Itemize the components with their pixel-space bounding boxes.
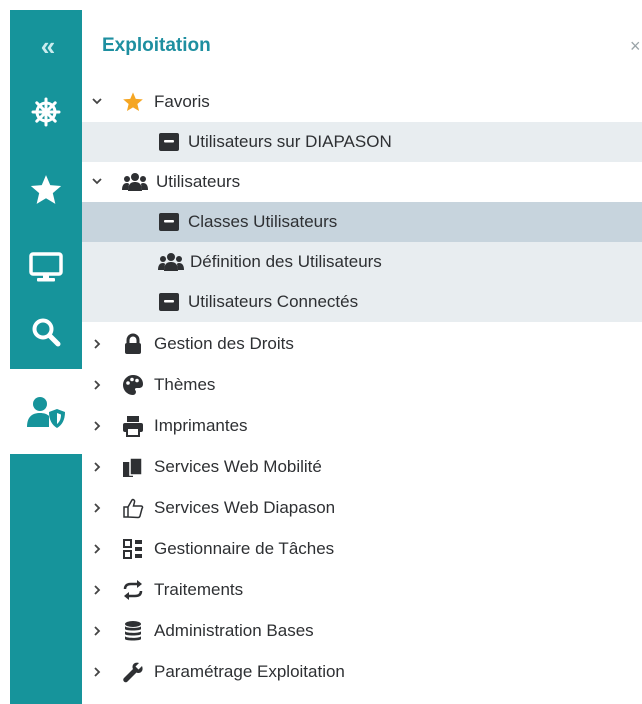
chevron-right-icon[interactable] bbox=[90, 583, 104, 597]
tree-item-label: Utilisateurs bbox=[156, 172, 241, 191]
tree-item-parametrage-exploitation[interactable]: Paramétrage Exploitation bbox=[82, 652, 642, 692]
hand-pointer-icon bbox=[122, 497, 144, 519]
rail-wheel-button[interactable] bbox=[10, 82, 82, 142]
tree-item-gestionnaire-de-taches[interactable]: Gestionnaire de Tâches bbox=[82, 529, 642, 569]
tree-item-gestion-des-droits[interactable]: Gestion des Droits bbox=[82, 324, 642, 364]
window-icon bbox=[158, 291, 180, 313]
tree-item-label: Services Web Diapason bbox=[154, 498, 336, 517]
tree-item-label: Traitements bbox=[154, 580, 244, 599]
tree-item-label: Définition des Utilisateurs bbox=[190, 252, 382, 271]
tree-item-label: Thèmes bbox=[154, 375, 216, 394]
chevron-right-icon[interactable] bbox=[90, 542, 104, 556]
users-icon bbox=[158, 251, 184, 273]
tree-item-label: Utilisateurs sur DIAPASON bbox=[188, 132, 392, 151]
rail-search-button[interactable] bbox=[10, 302, 82, 362]
tree-item-administration-bases[interactable]: Administration Bases bbox=[82, 611, 642, 651]
double-chevron-left-icon: « bbox=[40, 30, 56, 61]
tree-item-label: Gestionnaire de Tâches bbox=[154, 539, 335, 558]
tree-item-label: Classes Utilisateurs bbox=[188, 212, 338, 231]
navigation-panel: Exploitation × Favoris Utilisateurs sur … bbox=[82, 10, 642, 704]
tree-item-label: Gestion des Droits bbox=[154, 334, 294, 353]
close-icon[interactable]: × bbox=[630, 36, 641, 57]
task-grid-icon bbox=[122, 538, 144, 560]
chevron-right-icon[interactable] bbox=[90, 337, 104, 351]
window-icon bbox=[158, 131, 180, 153]
tree-item-utilisateurs-connectes[interactable]: Utilisateurs Connectés bbox=[82, 282, 642, 322]
tree-item-label: Utilisateurs Connectés bbox=[188, 292, 359, 311]
star-icon bbox=[30, 175, 62, 204]
chevron-right-icon[interactable] bbox=[90, 624, 104, 638]
tree-item-imprimantes[interactable]: Imprimantes bbox=[82, 406, 642, 446]
panel-title: Exploitation bbox=[102, 35, 211, 56]
tree-item-traitements[interactable]: Traitements bbox=[82, 570, 642, 610]
tree-item-utilisateurs[interactable]: Utilisateurs bbox=[82, 162, 642, 202]
tree-item-classes-utilisateurs[interactable]: Classes Utilisateurs bbox=[82, 202, 642, 242]
rail-favorites-button[interactable] bbox=[10, 160, 82, 220]
search-icon bbox=[32, 318, 61, 347]
rail-monitor-button[interactable] bbox=[10, 238, 82, 298]
monitor-icon bbox=[29, 252, 63, 282]
copy-icon bbox=[122, 456, 144, 478]
chevron-down-icon[interactable] bbox=[90, 94, 104, 108]
printer-icon bbox=[122, 415, 144, 437]
tree-item-services-web-mobilite[interactable]: Services Web Mobilité bbox=[82, 447, 642, 487]
tree-item-label: Paramétrage Exploitation bbox=[154, 662, 345, 681]
ship-wheel-icon bbox=[31, 97, 61, 127]
tree-item-label: Favoris bbox=[154, 92, 210, 111]
tree-item-label: Services Web Mobilité bbox=[154, 457, 322, 476]
tree-item-services-web-diapason[interactable]: Services Web Diapason bbox=[82, 488, 642, 528]
exchange-arrows-icon bbox=[122, 579, 144, 601]
rail-user-admin-button[interactable] bbox=[10, 366, 82, 454]
tree-item-label: Administration Bases bbox=[154, 621, 314, 640]
users-icon bbox=[122, 171, 148, 193]
chevron-right-icon[interactable] bbox=[90, 460, 104, 474]
wrench-icon bbox=[122, 661, 144, 683]
tree-item-label: Imprimantes bbox=[154, 416, 248, 435]
chevron-right-icon[interactable] bbox=[90, 501, 104, 515]
palette-icon bbox=[122, 374, 144, 396]
lock-icon bbox=[122, 333, 144, 355]
tree-item-themes[interactable]: Thèmes bbox=[82, 365, 642, 405]
star-icon bbox=[122, 91, 144, 113]
chevron-down-icon[interactable] bbox=[90, 174, 104, 188]
user-shield-icon bbox=[27, 396, 65, 428]
tree-item-definition-des-utilisateurs[interactable]: Définition des Utilisateurs bbox=[82, 242, 642, 282]
chevron-right-icon[interactable] bbox=[90, 665, 104, 679]
window-icon bbox=[158, 211, 180, 233]
tree-item-favoris[interactable]: Favoris bbox=[82, 82, 642, 122]
chevron-right-icon[interactable] bbox=[90, 419, 104, 433]
database-icon bbox=[122, 620, 144, 642]
chevron-right-icon[interactable] bbox=[90, 378, 104, 392]
collapse-button[interactable]: « bbox=[10, 16, 82, 76]
left-rail: « bbox=[10, 10, 82, 704]
tree-item-utilisateurs-sur-diapason[interactable]: Utilisateurs sur DIAPASON bbox=[82, 122, 642, 162]
